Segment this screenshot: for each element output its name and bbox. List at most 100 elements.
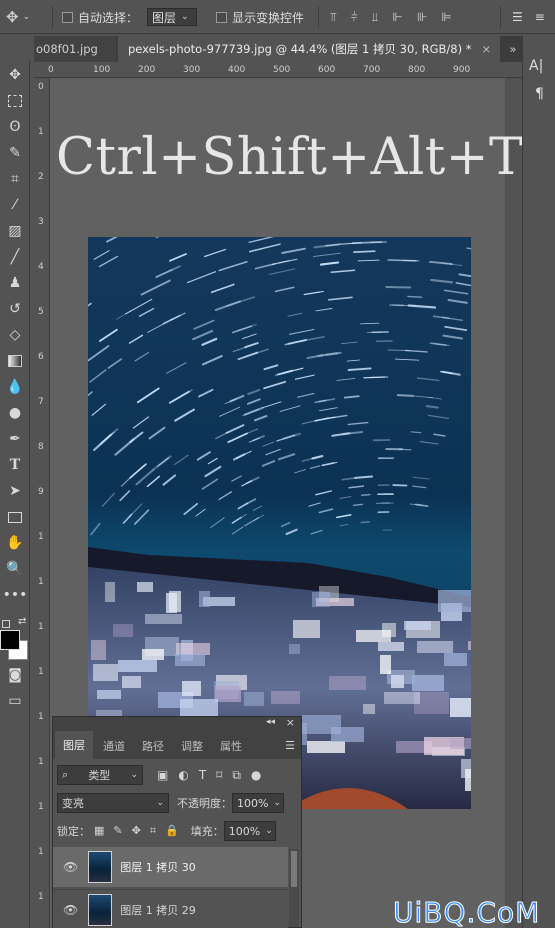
auto-select-dropdown[interactable]: 图层 ⌄: [147, 8, 197, 26]
collapse-icon[interactable]: ◂◂: [266, 717, 275, 727]
lock-artboard-icon[interactable]: ⌗: [150, 824, 156, 838]
close-icon[interactable]: ×: [482, 42, 492, 56]
tab-overflow-button[interactable]: »: [504, 36, 522, 62]
align-top-icon[interactable]: ⫪: [330, 10, 337, 25]
type-filter-icon[interactable]: T: [199, 768, 206, 783]
opacity-input[interactable]: 100% ⌄: [232, 793, 284, 813]
ruler-tick-label: 6: [38, 352, 44, 362]
quick-select-tool[interactable]: ✎: [4, 142, 26, 164]
smart-object-filter-icon[interactable]: ⧉: [232, 768, 241, 783]
foreground-color-swatch[interactable]: [0, 630, 20, 650]
ruler-tick-label: 4: [38, 262, 44, 272]
show-transform-checkbox[interactable]: 显示变换控件: [216, 8, 304, 26]
healing-brush-tool[interactable]: ▨: [4, 220, 26, 242]
quick-select-icon: ✎: [9, 145, 21, 161]
chevron-down-icon: ⌄: [156, 798, 164, 808]
pen-tool[interactable]: ✒: [4, 428, 26, 450]
character-panel-icon[interactable]: A|: [529, 58, 543, 74]
close-icon[interactable]: ×: [286, 716, 295, 729]
hand-tool[interactable]: ✋: [4, 532, 26, 554]
type-icon: T: [9, 457, 21, 473]
lock-paint-icon[interactable]: ✎: [113, 824, 122, 838]
bandage-icon: ▨: [8, 223, 22, 239]
stamp-icon: ♟: [8, 275, 22, 291]
align-vcenter-icon[interactable]: ⫩: [351, 10, 358, 25]
history-brush-tool[interactable]: ↺: [4, 298, 26, 320]
layer-row-selected[interactable]: 👁 图层 1 拷贝 30: [53, 847, 288, 887]
chevron-down-icon: ⌄: [130, 770, 138, 780]
distribute-top-icon[interactable]: ☰: [512, 10, 523, 24]
ruler-vertical: 0 1 2 3 4 5 6 7 8 9 1 1 1 1 1 1 1 1 1: [34, 78, 50, 928]
clone-stamp-tool[interactable]: ♟: [4, 272, 26, 294]
layer-name: 图层 1 拷贝 30: [120, 861, 196, 874]
eyedropper-tool[interactable]: ⁄: [4, 194, 26, 216]
lasso-tool[interactable]: ʘ: [4, 116, 26, 138]
shape-filter-icon[interactable]: ⌑: [216, 768, 222, 783]
blur-tool[interactable]: 💧: [4, 376, 26, 398]
scroll-thumb[interactable]: [291, 851, 297, 887]
ruler-tick-label: 0: [48, 65, 54, 75]
divider: [318, 6, 319, 28]
path-select-tool[interactable]: ➤: [4, 480, 26, 502]
eraser-icon: ◇: [9, 327, 21, 343]
fill-input[interactable]: 100% ⌄: [223, 821, 276, 841]
ruler-tick-label: 1: [38, 847, 44, 857]
adjustment-filter-icon[interactable]: ◐: [178, 768, 188, 783]
dodge-tool[interactable]: ●: [4, 402, 26, 424]
type-tool[interactable]: T: [4, 454, 26, 476]
zoom-tool[interactable]: 🔍: [4, 558, 26, 580]
ruler-tick-label: 1: [38, 532, 44, 542]
tab-layers[interactable]: 图层: [55, 731, 93, 759]
default-colors-icon[interactable]: [2, 620, 10, 628]
tab-properties[interactable]: 属性: [220, 735, 242, 757]
tab-document-1[interactable]: o08f01.jpg: [34, 36, 116, 62]
ruler-tick-label: 1: [38, 622, 44, 632]
visibility-eye-icon[interactable]: 👁: [63, 903, 78, 917]
image-filter-icon[interactable]: ▣: [157, 768, 168, 783]
paragraph-panel-icon[interactable]: ¶: [535, 86, 544, 102]
align-left-icon[interactable]: ⊩: [392, 10, 402, 24]
ruler-tick-label: 600: [318, 65, 336, 75]
more-tools[interactable]: •••: [2, 584, 28, 606]
auto-select-checkbox[interactable]: 自动选择：: [62, 8, 138, 26]
dodge-icon: ●: [8, 405, 22, 421]
tab-adjustments[interactable]: 调整: [181, 735, 203, 757]
gradient-tool[interactable]: [4, 350, 26, 372]
filter-kind-dropdown[interactable]: ⌕ 类型 ⌄: [57, 765, 143, 785]
marquee-tool[interactable]: [4, 90, 26, 112]
screen-mode-button[interactable]: ▭: [4, 690, 26, 712]
quick-mask-button[interactable]: ◙: [4, 664, 26, 686]
layers-scrollbar[interactable]: [289, 849, 299, 927]
move-tool-preset[interactable]: ✥ ⌄: [6, 8, 42, 26]
visibility-eye-icon[interactable]: 👁: [63, 860, 78, 874]
lock-position-icon[interactable]: ✥: [132, 824, 141, 838]
rectangle-tool[interactable]: [4, 506, 26, 528]
filter-icons: ▣ ◐ T ⌑ ⧉ ●: [157, 768, 261, 783]
tab-paths[interactable]: 路径: [142, 735, 164, 757]
layer-row[interactable]: 👁 图层 1 拷贝 29: [53, 889, 288, 928]
move-icon: ✥: [9, 67, 21, 83]
blend-mode-dropdown[interactable]: 变亮 ⌄: [57, 793, 169, 813]
align-hcenter-icon[interactable]: ⊪: [417, 10, 427, 24]
crop-tool[interactable]: ⌗: [4, 168, 26, 190]
eraser-tool[interactable]: ◇: [4, 324, 26, 346]
distribute-center-icon[interactable]: ≡: [535, 10, 545, 24]
canvas-shortcut-text: Ctrl+Shift+Alt+T: [56, 128, 524, 187]
lock-all-icon[interactable]: 🔒: [165, 824, 179, 838]
tab-channels[interactable]: 通道: [103, 735, 125, 757]
tab-document-active[interactable]: pexels-photo-977739.jpg @ 44.4% (图层 1 拷贝…: [118, 36, 500, 62]
filter-toggle-icon[interactable]: ●: [251, 768, 261, 783]
align-bottom-icon[interactable]: ⫫: [372, 10, 379, 25]
lock-transparent-icon[interactable]: ▦: [94, 824, 104, 838]
layer-name: 图层 1 拷贝 29: [120, 903, 196, 917]
brush-tool[interactable]: ╱: [4, 246, 26, 268]
show-transform-label: 显示变换控件: [232, 10, 305, 25]
move-tool[interactable]: ✥: [4, 64, 26, 86]
panel-menu-icon[interactable]: ☰: [285, 739, 295, 752]
ellipsis-icon: •••: [2, 587, 28, 603]
zoom-icon: 🔍: [6, 561, 24, 577]
tab-label: 通道: [103, 740, 125, 753]
swap-colors-icon[interactable]: ⇄: [18, 616, 26, 627]
align-right-icon[interactable]: ⊫: [441, 10, 451, 24]
move-icon: ✥: [6, 8, 19, 26]
